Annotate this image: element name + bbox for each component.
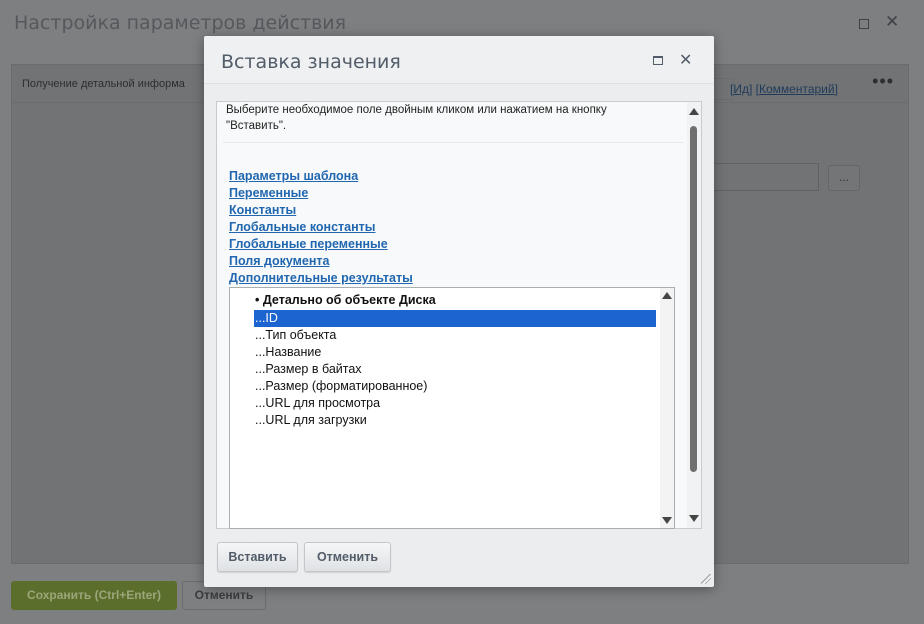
scroll-down-icon[interactable] [689, 515, 699, 522]
resize-grip-icon[interactable] [701, 574, 711, 584]
scroll-up-icon[interactable] [662, 292, 672, 299]
list-item[interactable]: ...Размер (форматированное) [254, 378, 656, 395]
divider [223, 142, 683, 143]
list-item[interactable]: ...URL для загрузки [254, 412, 656, 429]
dialog-title: Вставка значения [221, 51, 401, 73]
background-window-title: Настройка параметров действия [14, 12, 347, 34]
background-ellipsis-button: ... [828, 165, 860, 191]
close-icon: ✕ [885, 12, 900, 31]
source-links: Параметры шаблона Переменные Константы Г… [229, 168, 413, 287]
list-item[interactable]: ...Тип объекта [254, 327, 656, 344]
instruction-text: Выберите необходимое поле двойным кликом… [226, 104, 607, 132]
link-constants[interactable]: Константы [229, 202, 413, 219]
list-item[interactable]: ...Название [254, 344, 656, 361]
link-global-constants[interactable]: Глобальные константы [229, 219, 413, 236]
insert-button[interactable]: Вставить [217, 542, 298, 572]
more-menu-icon: ••• [872, 71, 894, 91]
listbox-scrollbar[interactable] [660, 288, 674, 528]
scrollbar-thumb[interactable] [690, 126, 697, 472]
background-links: [Ид] [Комментарий] [730, 82, 838, 96]
background-textfield [707, 163, 819, 191]
link-template-parameters[interactable]: Параметры шаблона [229, 168, 413, 185]
background-panel-title: Получение детальной информа [22, 78, 185, 90]
link-document-fields[interactable]: Поля документа [229, 253, 413, 270]
link-additional-results[interactable]: Дополнительные результаты [229, 270, 413, 287]
scroll-down-icon[interactable] [662, 517, 672, 524]
link-comment: Комментарий [759, 82, 835, 96]
close-icon[interactable]: ✕ [679, 50, 692, 69]
list-item[interactable]: ...ID [254, 310, 656, 327]
maximize-icon [859, 19, 869, 29]
background-save-button: Сохранить (Ctrl+Enter) [11, 581, 177, 610]
maximize-icon[interactable] [653, 56, 663, 65]
field-listbox[interactable]: • Детально об объекте Диска ...ID ...Тип… [229, 287, 675, 529]
content-scrollbar[interactable] [687, 102, 701, 528]
cancel-button[interactable]: Отменить [304, 542, 391, 572]
scroll-up-icon[interactable] [689, 108, 699, 115]
insert-value-dialog: Вставка значения ✕ Выберите необходимое … [204, 36, 714, 587]
dialog-content: Выберите необходимое поле двойным кликом… [216, 101, 702, 529]
link-global-variables[interactable]: Глобальные переменные [229, 236, 413, 253]
link-variables[interactable]: Переменные [229, 185, 413, 202]
listbox-options: ...ID ...Тип объекта ...Название ...Разм… [254, 310, 656, 429]
link-id: Ид [733, 82, 749, 96]
dialog-header[interactable]: Вставка значения ✕ [204, 36, 714, 84]
list-item[interactable]: ...Размер в байтах [254, 361, 656, 378]
list-item[interactable]: ...URL для просмотра [254, 395, 656, 412]
listbox-group-label: • Детально об объекте Диска [255, 293, 436, 307]
